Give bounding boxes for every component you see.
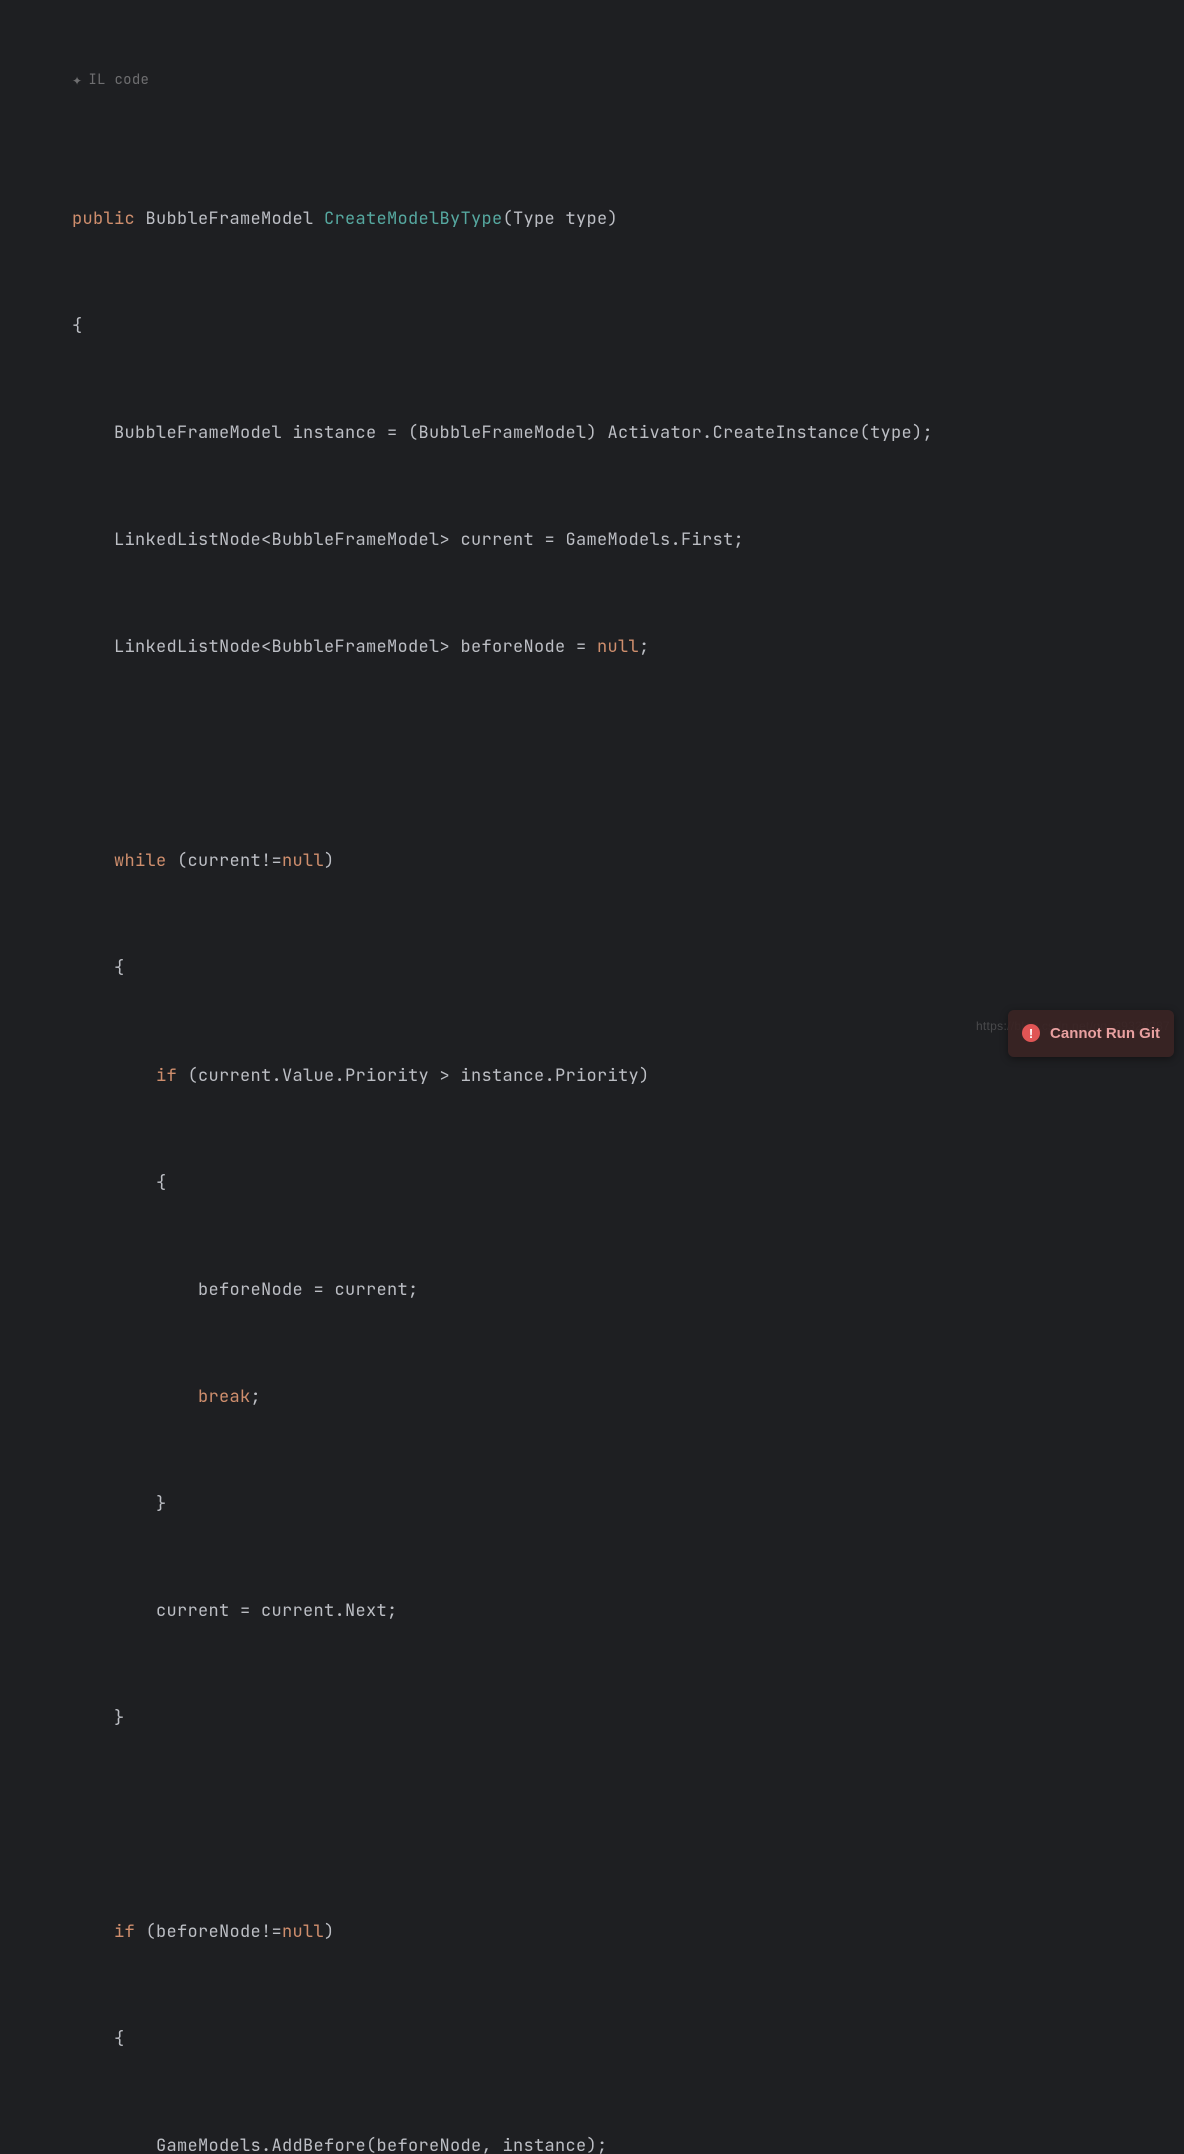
code-line: if (beforeNode!=null) xyxy=(20,1915,1184,1951)
code-line: LinkedListNode<BubbleFrameModel> beforeN… xyxy=(20,630,1184,666)
code-line: while (current!=null) xyxy=(20,844,1184,880)
sparkle-icon: ✦ xyxy=(72,73,82,90)
code-line: LinkedListNode<BubbleFrameModel> current… xyxy=(20,523,1184,559)
git-error-notification[interactable]: ! Cannot Run Git xyxy=(1008,1010,1174,1058)
code-line xyxy=(20,737,1184,773)
code-line: BubbleFrameModel instance = (BubbleFrame… xyxy=(20,416,1184,452)
code-line: } xyxy=(20,1701,1184,1737)
code-line: current = current.Next; xyxy=(20,1594,1184,1630)
code-line: if (current.Value.Priority > instance.Pr… xyxy=(20,1059,1184,1095)
error-icon: ! xyxy=(1022,1024,1040,1042)
code-line: beforeNode = current; xyxy=(20,1273,1184,1309)
code-line: break; xyxy=(20,1380,1184,1416)
code-line: } xyxy=(20,1487,1184,1523)
code-line: { xyxy=(20,2022,1184,2058)
error-message: Cannot Run Git xyxy=(1050,1018,1160,1050)
code-editor[interactable]: ✦ IL code public BubbleFrameModel Create… xyxy=(0,0,1184,2154)
il-code-hint: ✦ IL code xyxy=(20,71,1184,91)
code-line: { xyxy=(20,1166,1184,1202)
code-line xyxy=(20,1808,1184,1844)
code-line: GameModels.AddBefore(beforeNode, instanc… xyxy=(20,2129,1184,2154)
code-line: { xyxy=(20,309,1184,345)
code-line: public BubbleFrameModel CreateModelByTyp… xyxy=(20,202,1184,238)
hint-label: IL code xyxy=(88,71,149,91)
code-line: { xyxy=(20,951,1184,987)
